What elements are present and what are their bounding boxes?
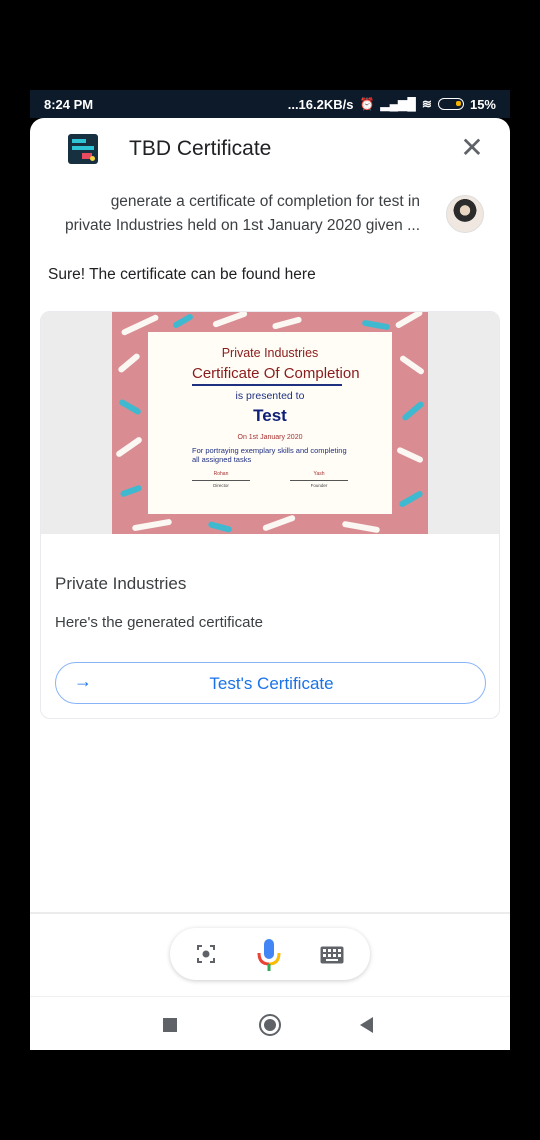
navigation-bar bbox=[30, 996, 510, 1050]
certificate-recipient: Test bbox=[253, 406, 287, 425]
status-bar: 8:24 PM ...16.2KB/s ⏰ ▂▄▆█ ≋ 15% bbox=[30, 90, 510, 118]
certificate-image: Private Industries Certificate Of Comple… bbox=[112, 312, 428, 534]
open-certificate-button[interactable]: → Test's Certificate bbox=[55, 662, 486, 704]
open-certificate-label: Test's Certificate bbox=[209, 674, 334, 693]
user-query-line-1: generate a certificate of completion for… bbox=[110, 193, 420, 210]
certificate-preview[interactable]: Private Industries Certificate Of Comple… bbox=[41, 312, 499, 534]
wifi-icon: ≋ bbox=[421, 97, 432, 111]
signatory-2-role: Founder bbox=[310, 483, 328, 488]
app-header: TBD Certificate ✕ bbox=[30, 118, 510, 182]
assistant-input-bar bbox=[170, 928, 370, 980]
signatory-1-name: Rohan bbox=[213, 471, 229, 477]
battery-level: 15% bbox=[469, 96, 496, 112]
user-query-line-2: private Industries held on 1st January 2… bbox=[65, 217, 420, 234]
card-title: Private Industries bbox=[55, 574, 187, 593]
recents-icon[interactable] bbox=[163, 1018, 177, 1032]
back-icon[interactable] bbox=[360, 1017, 373, 1033]
user-avatar bbox=[446, 195, 484, 233]
lens-icon[interactable] bbox=[196, 944, 216, 964]
mic-icon[interactable] bbox=[256, 938, 282, 972]
alarm-icon: ⏰ bbox=[359, 97, 375, 111]
certificate-heading: Certificate Of Completion bbox=[192, 365, 360, 386]
keyboard-icon[interactable] bbox=[320, 946, 344, 964]
signatory-2-name: Yash bbox=[313, 471, 325, 477]
user-query: generate a certificate of completion for… bbox=[40, 190, 420, 238]
certificate-company: Private Industries bbox=[221, 346, 319, 360]
signature-line-2: Yash Founder bbox=[290, 471, 348, 488]
status-indicators: ...16.2KB/s ⏰ ▂▄▆█ ≋ 15% bbox=[288, 97, 496, 112]
app-title: TBD Certificate bbox=[129, 137, 272, 160]
certificate-date: On 1st January 2020 bbox=[237, 434, 303, 441]
certificate-card[interactable]: Private Industries Certificate Of Comple… bbox=[40, 311, 500, 719]
divider bbox=[30, 912, 510, 914]
home-icon[interactable] bbox=[259, 1014, 281, 1036]
status-time: 8:24 PM bbox=[44, 96, 94, 112]
assistant-sheet: TBD Certificate ✕ generate a certificate… bbox=[30, 118, 510, 1050]
certificate-body-text: For portraying exemplary skills and comp… bbox=[192, 446, 347, 464]
certificate-body: Private Industries Certificate Of Comple… bbox=[148, 332, 392, 514]
signatory-1-role: Director bbox=[213, 483, 229, 488]
assistant-reply: Sure! The certificate can be found here bbox=[48, 266, 316, 283]
close-icon[interactable]: ✕ bbox=[458, 134, 486, 162]
card-subtitle: Here's the generated certificate bbox=[55, 614, 263, 631]
signal-icon: ▂▄▆█ bbox=[380, 97, 416, 111]
signature-line-1: Rohan Director bbox=[192, 471, 250, 488]
battery-icon bbox=[437, 98, 464, 110]
certificate-presented-to: is presented to bbox=[235, 390, 305, 402]
app-logo-icon bbox=[68, 134, 98, 164]
network-speed: ...16.2KB/s bbox=[287, 96, 354, 112]
